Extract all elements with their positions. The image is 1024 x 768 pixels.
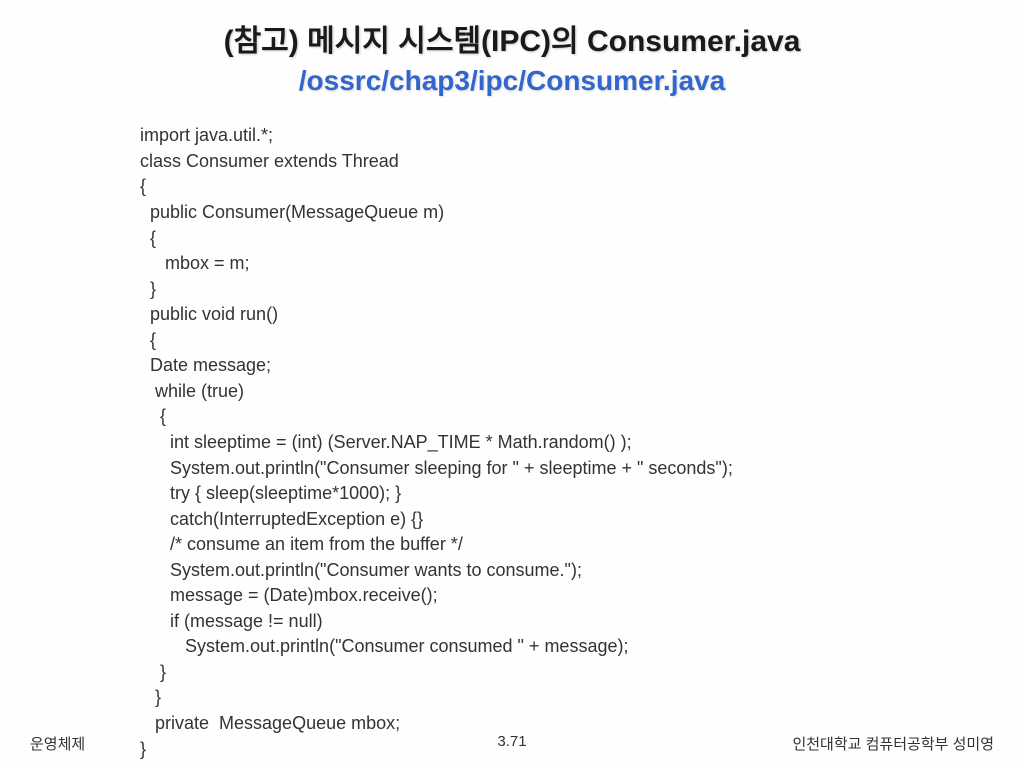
footer-left: 운영체제 <box>30 733 85 754</box>
footer-page-number: 3.71 <box>497 733 526 750</box>
code-listing: import java.util.*; class Consumer exten… <box>140 123 984 762</box>
title-block: (참고) 메시지 시스템(IPC)의 Consumer.java /ossrc/… <box>40 22 984 99</box>
footer-right: 인천대학교 컴퓨터공학부 성미영 <box>792 733 994 754</box>
slide-title: (참고) 메시지 시스템(IPC)의 Consumer.java <box>40 22 984 61</box>
slide-container: (참고) 메시지 시스템(IPC)의 Consumer.java /ossrc/… <box>0 0 1024 768</box>
slide-subtitle: /ossrc/chap3/ipc/Consumer.java <box>40 63 984 99</box>
slide-footer: 운영체제 3.71 인천대학교 컴퓨터공학부 성미영 <box>0 733 1024 754</box>
